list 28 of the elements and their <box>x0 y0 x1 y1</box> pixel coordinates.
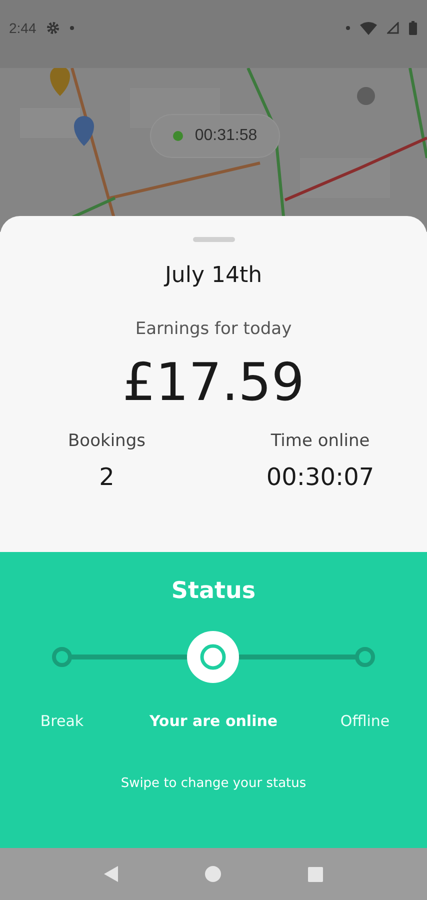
stat-label: Bookings <box>68 431 146 451</box>
signal-icon <box>387 22 399 34</box>
recents-icon[interactable] <box>308 866 324 882</box>
settings-icon <box>46 21 60 35</box>
status-title: Status <box>171 578 256 604</box>
drag-handle[interactable] <box>192 237 234 242</box>
back-icon[interactable] <box>104 866 118 882</box>
slider-stop[interactable] <box>355 647 375 667</box>
timer-text: 00:31:58 <box>194 127 258 145</box>
slider-thumb[interactable] <box>187 631 239 683</box>
status-time: 2:44 <box>9 20 36 36</box>
notification-dot-icon <box>70 26 74 30</box>
earnings-amount: £17.59 <box>122 353 304 413</box>
date-title: July 14th <box>164 263 262 288</box>
home-icon[interactable] <box>204 866 221 882</box>
status-option[interactable]: Your are online <box>149 712 278 730</box>
slider-stop[interactable] <box>52 647 72 667</box>
status-option[interactable]: Offline <box>340 712 390 730</box>
stat-value: 00:30:07 <box>266 463 374 491</box>
stat-label: Time online <box>270 431 370 451</box>
wifi-icon <box>360 22 377 34</box>
status-option[interactable]: Break <box>40 712 84 730</box>
stat-value: 2 <box>99 463 114 491</box>
swipe-hint: Swipe to change your status <box>120 776 306 791</box>
battery-icon <box>409 21 417 35</box>
earnings-label: Earnings for today <box>135 319 292 339</box>
online-dot-icon <box>172 131 183 141</box>
notification-dot-icon <box>346 26 350 30</box>
